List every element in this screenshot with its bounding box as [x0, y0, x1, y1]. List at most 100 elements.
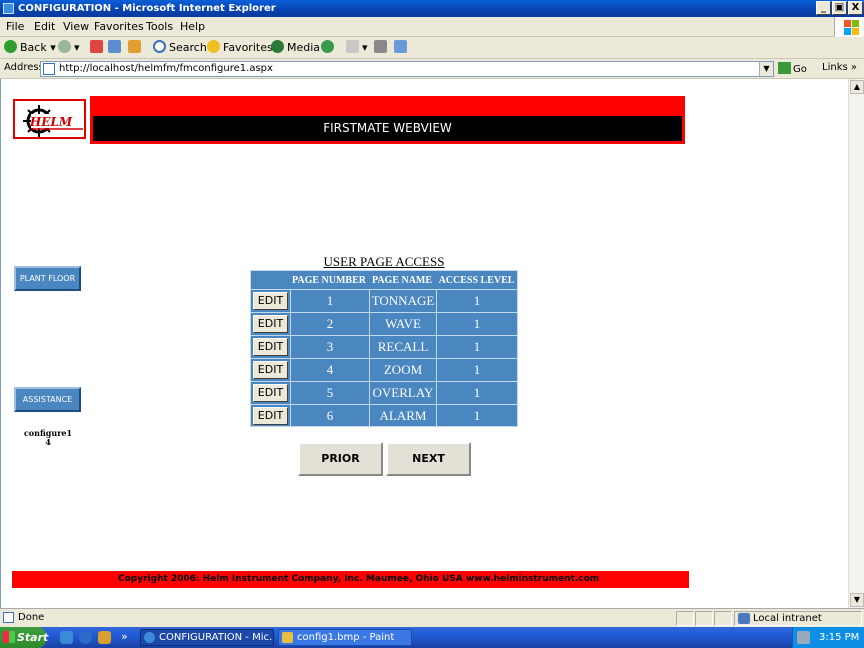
page-name-cell: ALARM	[369, 405, 436, 427]
page-number-cell: 2	[290, 313, 369, 335]
table-row: EDIT 6 ALARM 1	[251, 404, 517, 427]
menu-help[interactable]: Help	[180, 20, 205, 33]
taskbar: Start » CONFIGURATION - Mic... config1.b…	[0, 627, 864, 648]
edit-button[interactable]: EDIT	[253, 361, 288, 379]
close-button[interactable]: X	[848, 1, 863, 15]
browser-toolbar: Back ▾ ▾ Search Favorites Media ▾	[0, 37, 864, 59]
access-level-cell: 1	[436, 313, 517, 335]
edit-button[interactable]: EDIT	[253, 407, 288, 425]
access-level-cell: 1	[436, 290, 517, 312]
page-name-cell: OVERLAY	[369, 382, 436, 404]
column-header-page-number: PAGE NUMBER	[292, 275, 366, 286]
quicklaunch-ie-icon[interactable]	[79, 631, 92, 644]
assistance-button[interactable]: ASSISTANCE	[14, 387, 81, 412]
page-number-cell: 3	[290, 336, 369, 358]
task-paint[interactable]: config1.bmp - Paint	[278, 629, 412, 646]
edit-button[interactable]: EDIT	[253, 292, 288, 310]
logo-text: HELM	[29, 115, 73, 129]
forward-arrow-icon	[58, 40, 71, 53]
status-pane	[714, 611, 732, 626]
edit-button[interactable]: EDIT	[253, 315, 288, 333]
mail-button[interactable]: ▾	[346, 40, 368, 56]
task-label: config1.bmp - Paint	[297, 632, 395, 643]
home-icon	[128, 40, 141, 53]
history-button[interactable]	[321, 40, 337, 56]
media-icon	[271, 40, 284, 53]
access-level-cell: 1	[436, 382, 517, 404]
ie-app-icon	[3, 3, 14, 14]
refresh-icon	[108, 40, 121, 53]
favorites-button[interactable]: Favorites	[207, 40, 273, 56]
menu-favorites[interactable]: Favorites	[94, 20, 144, 33]
address-input[interactable]: http://localhost/helmfm/fmconfigure1.asp…	[40, 61, 774, 77]
minimize-button[interactable]: _	[816, 1, 831, 15]
copyright-footer: Copyright 2006: Helm Instrument Company,…	[12, 571, 689, 588]
links-label: Links	[822, 62, 848, 73]
go-arrow-icon	[778, 62, 791, 74]
task-configuration[interactable]: CONFIGURATION - Mic...	[140, 629, 274, 646]
edit-page-button[interactable]	[394, 40, 410, 56]
maximize-button[interactable]: ▣	[832, 1, 847, 15]
start-button[interactable]: Start	[0, 627, 48, 648]
vertical-scrollbar[interactable]: ▲ ▼	[848, 79, 864, 608]
table-row: EDIT 4 ZOOM 1	[251, 358, 517, 381]
menu-tools[interactable]: Tools	[146, 20, 173, 33]
go-label: Go	[793, 64, 807, 75]
refresh-button[interactable]	[108, 40, 124, 56]
stop-icon	[90, 40, 103, 53]
network-icon[interactable]	[797, 631, 810, 644]
quicklaunch-overflow-icon[interactable]: »	[121, 630, 128, 643]
back-button[interactable]: Back ▾	[4, 40, 56, 56]
page-number-cell: 4	[290, 359, 369, 381]
window-title: CONFIGURATION - Microsoft Internet Explo…	[18, 3, 276, 14]
table-row: EDIT 2 WAVE 1	[251, 312, 517, 335]
next-button[interactable]: NEXT	[386, 442, 471, 476]
page-done-icon	[3, 612, 14, 623]
forward-button[interactable]: ▾	[58, 40, 80, 56]
scroll-up-icon[interactable]: ▲	[850, 80, 864, 94]
edit-button[interactable]: EDIT	[253, 384, 288, 402]
search-icon	[153, 40, 166, 53]
menu-edit[interactable]: Edit	[34, 20, 55, 33]
stop-button[interactable]	[90, 40, 106, 56]
scroll-down-icon[interactable]: ▼	[850, 593, 864, 607]
mail-icon	[346, 40, 359, 53]
edit-page-icon	[394, 40, 407, 53]
system-tray: 3:15 PM	[792, 627, 864, 648]
page-number-cell: 5	[290, 382, 369, 404]
table-title: USER PAGE ACCESS	[323, 254, 445, 269]
media-label: Media	[287, 41, 321, 54]
table-row: EDIT 5 OVERLAY 1	[251, 381, 517, 404]
page-name-cell: WAVE	[369, 313, 436, 335]
window-titlebar: CONFIGURATION - Microsoft Internet Explo…	[0, 0, 864, 17]
plant-floor-button[interactable]: PLANT FLOOR	[14, 266, 81, 291]
access-level-cell: 1	[436, 359, 517, 381]
address-dropdown-icon[interactable]: ▼	[759, 62, 773, 76]
page-name-cell: RECALL	[369, 336, 436, 358]
header-title: FIRSTMATE WEBVIEW	[93, 116, 682, 141]
address-bar: Address http://localhost/helmfm/fmconfig…	[0, 59, 864, 79]
table-row: EDIT 1 TONNAGE 1	[251, 289, 517, 312]
page-icon	[43, 63, 55, 75]
address-url: http://localhost/helmfm/fmconfigure1.asp…	[59, 63, 273, 74]
page-content: HELM FIRSTMATE WEBVIEW PLANT FLOOR ASSIS…	[0, 79, 848, 608]
column-header-page-name: PAGE NAME	[371, 275, 433, 286]
windows-logo-icon	[3, 631, 15, 643]
home-button[interactable]	[128, 40, 144, 56]
print-button[interactable]	[374, 40, 390, 56]
edit-button[interactable]: EDIT	[253, 338, 288, 356]
search-button[interactable]: Search	[153, 40, 207, 56]
go-button[interactable]: Go	[778, 62, 807, 75]
page-number-cell: 1	[290, 290, 369, 312]
status-pane	[676, 611, 694, 626]
clock: 3:15 PM	[819, 632, 860, 643]
quicklaunch-media-icon[interactable]	[98, 631, 111, 644]
media-button[interactable]: Media	[271, 40, 320, 56]
favorites-label: Favorites	[223, 41, 273, 54]
menu-file[interactable]: File	[6, 20, 24, 33]
links-button[interactable]: Links »	[822, 62, 857, 73]
quicklaunch-desktop-icon[interactable]	[60, 631, 73, 644]
prior-button[interactable]: PRIOR	[298, 442, 383, 476]
task-label: CONFIGURATION - Mic...	[159, 632, 274, 643]
menu-view[interactable]: View	[63, 20, 89, 33]
